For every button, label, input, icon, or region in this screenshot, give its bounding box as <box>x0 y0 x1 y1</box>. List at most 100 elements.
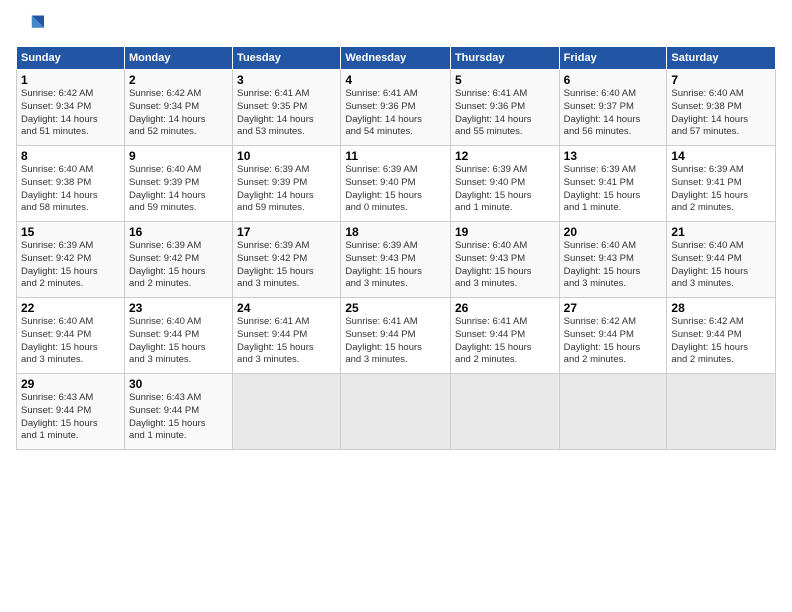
day-info: Sunrise: 6:40 AM Sunset: 9:44 PM Dayligh… <box>21 316 120 367</box>
day-number: 18 <box>345 225 446 239</box>
day-info: Sunrise: 6:40 AM Sunset: 9:37 PM Dayligh… <box>564 88 663 139</box>
day-info: Sunrise: 6:43 AM Sunset: 9:44 PM Dayligh… <box>129 392 228 443</box>
day-info: Sunrise: 6:42 AM Sunset: 9:44 PM Dayligh… <box>564 316 663 367</box>
day-number: 5 <box>455 73 555 87</box>
day-header-sunday: Sunday <box>17 47 125 70</box>
day-number: 19 <box>455 225 555 239</box>
calendar-cell: 4Sunrise: 6:41 AM Sunset: 9:36 PM Daylig… <box>341 70 451 146</box>
day-info: Sunrise: 6:40 AM Sunset: 9:39 PM Dayligh… <box>129 164 228 215</box>
day-info: Sunrise: 6:41 AM Sunset: 9:44 PM Dayligh… <box>455 316 555 367</box>
calendar-cell <box>450 374 559 450</box>
calendar-cell: 13Sunrise: 6:39 AM Sunset: 9:41 PM Dayli… <box>559 146 667 222</box>
calendar-cell: 24Sunrise: 6:41 AM Sunset: 9:44 PM Dayli… <box>233 298 341 374</box>
calendar-cell: 6Sunrise: 6:40 AM Sunset: 9:37 PM Daylig… <box>559 70 667 146</box>
day-number: 10 <box>237 149 336 163</box>
calendar-cell: 2Sunrise: 6:42 AM Sunset: 9:34 PM Daylig… <box>124 70 232 146</box>
day-number: 20 <box>564 225 663 239</box>
calendar-cell: 30Sunrise: 6:43 AM Sunset: 9:44 PM Dayli… <box>124 374 232 450</box>
calendar-cell: 18Sunrise: 6:39 AM Sunset: 9:43 PM Dayli… <box>341 222 451 298</box>
day-info: Sunrise: 6:42 AM Sunset: 9:34 PM Dayligh… <box>21 88 120 139</box>
header <box>16 12 776 40</box>
calendar-cell <box>667 374 776 450</box>
day-number: 8 <box>21 149 120 163</box>
day-number: 25 <box>345 301 446 315</box>
day-number: 7 <box>671 73 771 87</box>
calendar-cell: 21Sunrise: 6:40 AM Sunset: 9:44 PM Dayli… <box>667 222 776 298</box>
calendar-cell: 8Sunrise: 6:40 AM Sunset: 9:38 PM Daylig… <box>17 146 125 222</box>
day-number: 1 <box>21 73 120 87</box>
day-info: Sunrise: 6:39 AM Sunset: 9:42 PM Dayligh… <box>21 240 120 291</box>
calendar-cell: 7Sunrise: 6:40 AM Sunset: 9:38 PM Daylig… <box>667 70 776 146</box>
calendar-cell: 26Sunrise: 6:41 AM Sunset: 9:44 PM Dayli… <box>450 298 559 374</box>
calendar-cell: 1Sunrise: 6:42 AM Sunset: 9:34 PM Daylig… <box>17 70 125 146</box>
day-number: 27 <box>564 301 663 315</box>
calendar-cell: 20Sunrise: 6:40 AM Sunset: 9:43 PM Dayli… <box>559 222 667 298</box>
day-header-wednesday: Wednesday <box>341 47 451 70</box>
day-info: Sunrise: 6:42 AM Sunset: 9:34 PM Dayligh… <box>129 88 228 139</box>
calendar-cell: 14Sunrise: 6:39 AM Sunset: 9:41 PM Dayli… <box>667 146 776 222</box>
logo <box>16 12 48 40</box>
logo-icon <box>16 12 44 40</box>
calendar-cell: 25Sunrise: 6:41 AM Sunset: 9:44 PM Dayli… <box>341 298 451 374</box>
calendar-week-4: 29Sunrise: 6:43 AM Sunset: 9:44 PM Dayli… <box>17 374 776 450</box>
calendar-table: SundayMondayTuesdayWednesdayThursdayFrid… <box>16 46 776 450</box>
day-info: Sunrise: 6:40 AM Sunset: 9:44 PM Dayligh… <box>129 316 228 367</box>
day-number: 22 <box>21 301 120 315</box>
calendar-cell: 15Sunrise: 6:39 AM Sunset: 9:42 PM Dayli… <box>17 222 125 298</box>
day-number: 15 <box>21 225 120 239</box>
day-number: 30 <box>129 377 228 391</box>
day-info: Sunrise: 6:40 AM Sunset: 9:43 PM Dayligh… <box>564 240 663 291</box>
day-number: 11 <box>345 149 446 163</box>
day-info: Sunrise: 6:39 AM Sunset: 9:39 PM Dayligh… <box>237 164 336 215</box>
day-number: 21 <box>671 225 771 239</box>
day-header-tuesday: Tuesday <box>233 47 341 70</box>
calendar-cell <box>341 374 451 450</box>
day-number: 13 <box>564 149 663 163</box>
day-info: Sunrise: 6:41 AM Sunset: 9:36 PM Dayligh… <box>455 88 555 139</box>
day-info: Sunrise: 6:39 AM Sunset: 9:42 PM Dayligh… <box>129 240 228 291</box>
calendar-cell: 23Sunrise: 6:40 AM Sunset: 9:44 PM Dayli… <box>124 298 232 374</box>
day-number: 28 <box>671 301 771 315</box>
day-number: 29 <box>21 377 120 391</box>
day-info: Sunrise: 6:39 AM Sunset: 9:43 PM Dayligh… <box>345 240 446 291</box>
day-header-thursday: Thursday <box>450 47 559 70</box>
day-number: 9 <box>129 149 228 163</box>
day-number: 14 <box>671 149 771 163</box>
day-number: 4 <box>345 73 446 87</box>
calendar-cell: 9Sunrise: 6:40 AM Sunset: 9:39 PM Daylig… <box>124 146 232 222</box>
calendar-cell: 28Sunrise: 6:42 AM Sunset: 9:44 PM Dayli… <box>667 298 776 374</box>
day-number: 16 <box>129 225 228 239</box>
day-info: Sunrise: 6:40 AM Sunset: 9:44 PM Dayligh… <box>671 240 771 291</box>
calendar-cell: 5Sunrise: 6:41 AM Sunset: 9:36 PM Daylig… <box>450 70 559 146</box>
calendar-week-1: 8Sunrise: 6:40 AM Sunset: 9:38 PM Daylig… <box>17 146 776 222</box>
calendar-cell <box>233 374 341 450</box>
calendar-cell: 19Sunrise: 6:40 AM Sunset: 9:43 PM Dayli… <box>450 222 559 298</box>
day-info: Sunrise: 6:41 AM Sunset: 9:35 PM Dayligh… <box>237 88 336 139</box>
day-info: Sunrise: 6:40 AM Sunset: 9:38 PM Dayligh… <box>671 88 771 139</box>
calendar-cell: 11Sunrise: 6:39 AM Sunset: 9:40 PM Dayli… <box>341 146 451 222</box>
day-info: Sunrise: 6:39 AM Sunset: 9:40 PM Dayligh… <box>345 164 446 215</box>
day-info: Sunrise: 6:40 AM Sunset: 9:43 PM Dayligh… <box>455 240 555 291</box>
day-number: 2 <box>129 73 228 87</box>
calendar-header: SundayMondayTuesdayWednesdayThursdayFrid… <box>17 47 776 70</box>
calendar-cell: 16Sunrise: 6:39 AM Sunset: 9:42 PM Dayli… <box>124 222 232 298</box>
calendar-week-0: 1Sunrise: 6:42 AM Sunset: 9:34 PM Daylig… <box>17 70 776 146</box>
day-info: Sunrise: 6:39 AM Sunset: 9:41 PM Dayligh… <box>564 164 663 215</box>
day-info: Sunrise: 6:43 AM Sunset: 9:44 PM Dayligh… <box>21 392 120 443</box>
calendar-cell <box>559 374 667 450</box>
calendar-cell: 3Sunrise: 6:41 AM Sunset: 9:35 PM Daylig… <box>233 70 341 146</box>
day-number: 17 <box>237 225 336 239</box>
calendar-cell: 17Sunrise: 6:39 AM Sunset: 9:42 PM Dayli… <box>233 222 341 298</box>
day-info: Sunrise: 6:40 AM Sunset: 9:38 PM Dayligh… <box>21 164 120 215</box>
calendar-cell: 22Sunrise: 6:40 AM Sunset: 9:44 PM Dayli… <box>17 298 125 374</box>
day-info: Sunrise: 6:42 AM Sunset: 9:44 PM Dayligh… <box>671 316 771 367</box>
day-number: 3 <box>237 73 336 87</box>
day-info: Sunrise: 6:41 AM Sunset: 9:36 PM Dayligh… <box>345 88 446 139</box>
day-header-friday: Friday <box>559 47 667 70</box>
page: SundayMondayTuesdayWednesdayThursdayFrid… <box>0 0 792 612</box>
calendar-cell: 29Sunrise: 6:43 AM Sunset: 9:44 PM Dayli… <box>17 374 125 450</box>
day-number: 23 <box>129 301 228 315</box>
day-number: 24 <box>237 301 336 315</box>
day-number: 6 <box>564 73 663 87</box>
calendar-body: 1Sunrise: 6:42 AM Sunset: 9:34 PM Daylig… <box>17 70 776 450</box>
